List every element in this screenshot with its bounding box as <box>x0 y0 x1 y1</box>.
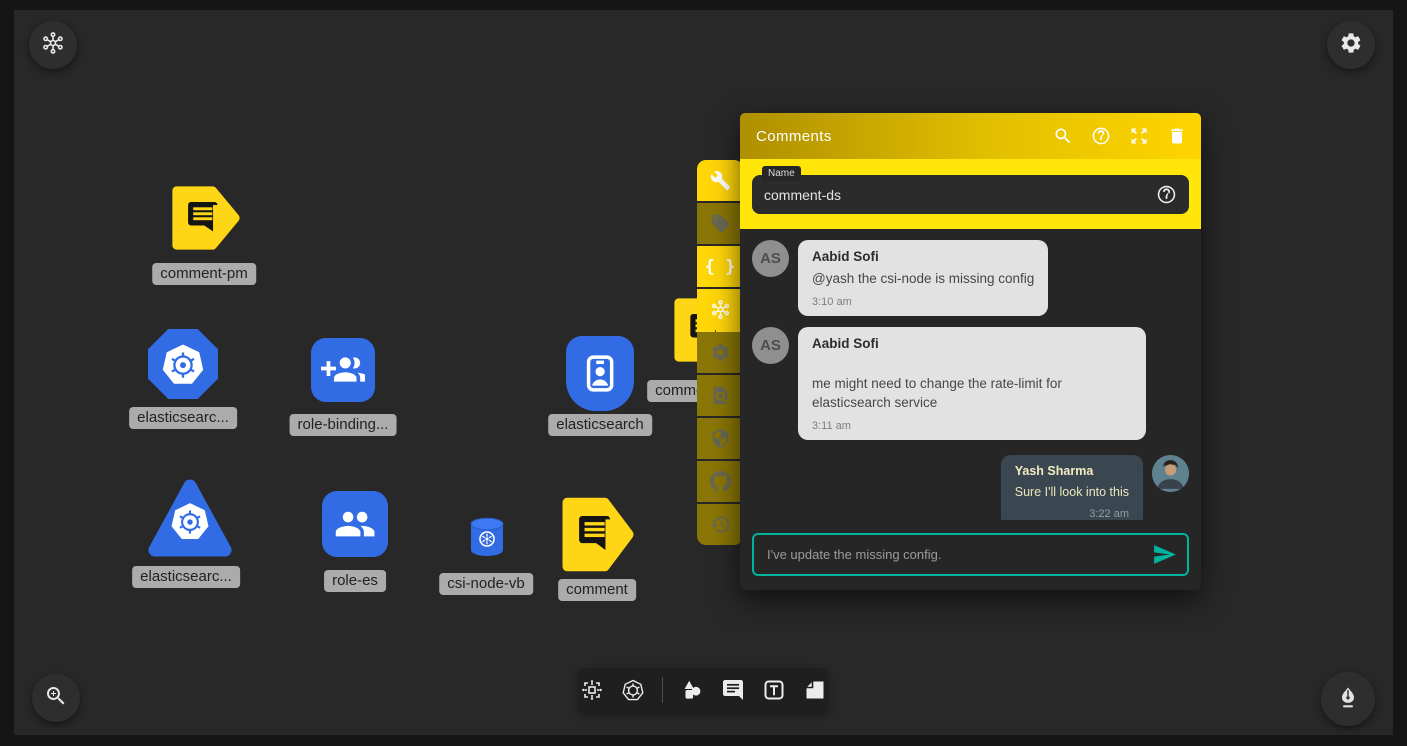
meshery-flower-icon <box>41 31 65 60</box>
node-elasticsearch-octagon[interactable] <box>148 329 218 399</box>
message-time: 3:11 am <box>812 420 1132 432</box>
panel-title: Comments <box>756 128 1035 145</box>
pen-nib-icon <box>1336 685 1360 714</box>
message-text: me might need to change the rate-limit f… <box>812 374 1132 413</box>
message-author: Aabid Sofi <box>812 249 1034 264</box>
name-input[interactable]: Name comment-ds <box>752 175 1189 214</box>
settings-gear-icon <box>1339 31 1363 60</box>
node-comment[interactable] <box>560 495 636 574</box>
comments-panel: Comments Name comment-ds AS Aabid Sofi @ya… <box>740 113 1201 590</box>
name-field-value: comment-ds <box>764 187 1156 203</box>
message-bubble: Aabid Sofi me might need to change the ra… <box>798 327 1146 440</box>
message-bubble: Yash Sharma Sure I'll look into this 3:22 … <box>1001 455 1143 520</box>
message-time: 3:10 am <box>812 296 1034 308</box>
message-row: AS Aabid Sofi me might need to change the … <box>752 327 1189 440</box>
node-label-elasticsearch-serviceaccount: elasticsearch <box>548 414 652 436</box>
comments-panel-header[interactable]: Comments <box>740 113 1201 159</box>
tool-circuit-icon[interactable] <box>580 678 604 702</box>
avatar: AS <box>752 327 789 364</box>
message-row: Yash Sharma Sure I'll look into this 3:22 … <box>752 455 1189 520</box>
avatar: AS <box>752 240 789 277</box>
tool-tag-icon[interactable] <box>697 203 743 244</box>
tool-shield-icon[interactable] <box>697 418 743 459</box>
node-label-comment-pm: comment-pm <box>152 263 256 285</box>
message-composer[interactable]: I've update the missing config. <box>752 533 1189 576</box>
app-window: comment-pm elasticsearc... role-binding...… <box>0 0 1407 746</box>
message-author: Aabid Sofi <box>812 336 1132 351</box>
tool-github-icon[interactable] <box>697 461 743 502</box>
shape-tools-toolbar <box>578 668 828 712</box>
tool-history-icon[interactable] <box>697 504 743 545</box>
delete-icon[interactable] <box>1167 126 1187 146</box>
node-role-es[interactable] <box>322 491 388 557</box>
send-icon[interactable] <box>1152 542 1177 567</box>
tool-comment-icon[interactable] <box>721 678 745 702</box>
zoom-in-icon <box>44 684 68 713</box>
settings-button[interactable] <box>1327 21 1375 69</box>
expand-icon[interactable] <box>1129 126 1149 146</box>
field-help-icon[interactable] <box>1156 184 1177 205</box>
tool-note-icon[interactable] <box>803 678 827 702</box>
name-field-section: Name comment-ds <box>740 159 1201 229</box>
tool-wrench-icon[interactable] <box>697 160 743 201</box>
toolbar-divider <box>662 677 663 703</box>
tool-shapes-icon[interactable] <box>680 678 704 702</box>
message-text: Sure I'll look into this <box>1015 483 1129 501</box>
message-bubble: Aabid Sofi @yash the csi-node is missing … <box>798 240 1048 316</box>
node-label-role-binding: role-binding... <box>290 414 397 436</box>
message-time: 3:22 am <box>1015 508 1129 520</box>
node-label-role-es: role-es <box>324 570 386 592</box>
node-label-elasticsearch-triangle: elasticsearc... <box>132 566 240 588</box>
tool-text-icon[interactable] <box>762 678 786 702</box>
node-elasticsearch-triangle[interactable] <box>146 477 234 559</box>
meshery-menu-button[interactable] <box>29 21 77 69</box>
tool-braces-icon[interactable]: { } <box>697 246 743 287</box>
pen-mode-button[interactable] <box>1321 672 1375 726</box>
avatar <box>1152 455 1189 492</box>
tool-kubernetes-flower-icon[interactable] <box>697 289 743 330</box>
node-label-comment: comment <box>558 579 636 601</box>
zoom-button[interactable] <box>32 674 80 722</box>
node-csi-node-vb[interactable] <box>468 517 506 557</box>
node-comment-pm[interactable] <box>170 184 242 252</box>
node-role-binding[interactable] <box>311 338 375 402</box>
message-row: AS Aabid Sofi @yash the csi-node is missin… <box>752 240 1189 316</box>
node-label-elasticsearch-octagon: elasticsearc... <box>129 407 237 429</box>
node-elasticsearch-serviceaccount[interactable] <box>566 336 634 411</box>
search-icon[interactable] <box>1053 126 1073 146</box>
message-list: AS Aabid Sofi @yash the csi-node is missin… <box>740 229 1201 520</box>
help-icon[interactable] <box>1091 126 1111 146</box>
composer-input[interactable]: I've update the missing config. <box>767 547 1152 562</box>
message-text: @yash the csi-node is missing config <box>812 269 1034 289</box>
name-field-label: Name <box>762 166 801 181</box>
tool-doc-search-icon[interactable] <box>697 375 743 416</box>
node-action-toolbar: { } <box>697 160 743 545</box>
tool-kubernetes-icon[interactable] <box>621 678 645 702</box>
node-label-csi-node-vb: csi-node-vb <box>439 573 533 595</box>
tool-gear-icon[interactable] <box>697 332 743 373</box>
message-author: Yash Sharma <box>1015 464 1129 478</box>
